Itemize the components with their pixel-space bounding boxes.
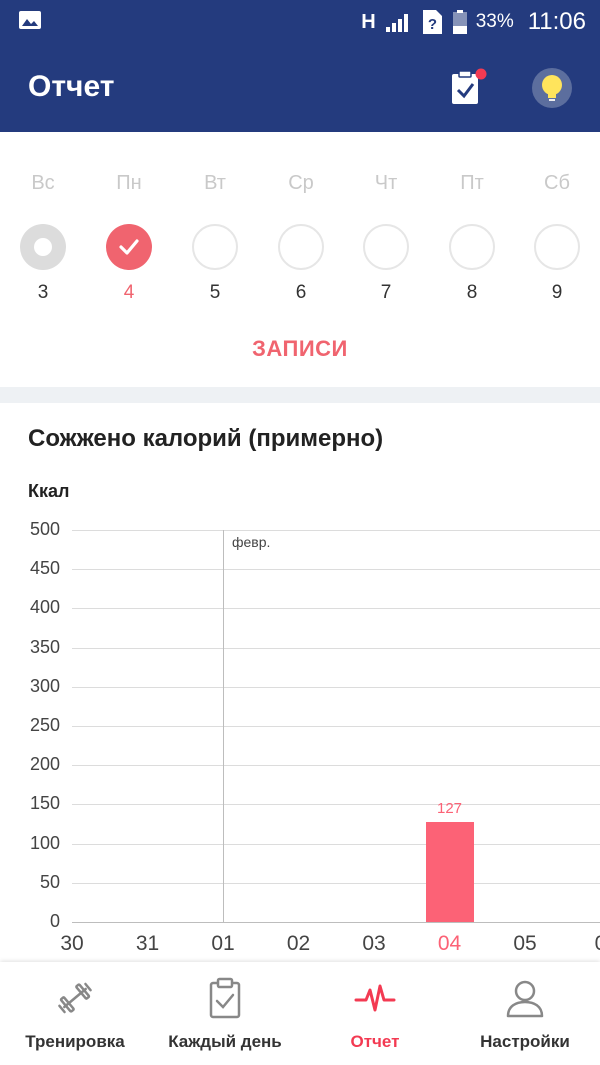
check-icon [119,239,139,255]
chart-title: Сожжено калорий (примерно) [28,425,384,452]
chart-gridline [72,647,600,649]
clipboard-check-icon[interactable] [446,66,490,110]
y-tick-label: 250 [29,715,60,735]
y-tick-label: 100 [29,832,60,853]
y-tick-label: 50 [39,871,60,892]
chart-gridline [72,843,600,845]
clock: 11:06 [527,8,586,35]
signal-icon [385,14,408,32]
y-tick-label: 500 [29,519,60,539]
day-status-circle[interactable] [278,224,324,270]
day-status-circle[interactable] [106,224,152,270]
chart-gridline [72,569,600,571]
day-name: Ср [288,172,314,194]
day-status-circle[interactable] [534,224,580,270]
day-status-circle[interactable] [363,224,409,270]
chart-gridline [72,686,600,688]
records-button[interactable]: ЗАПИСИ [0,336,600,362]
network-type: H [361,10,376,33]
sim-icon: ? [422,10,442,34]
day-number: 3 [37,282,49,303]
chart-gridline [72,608,600,610]
heartbeat-icon [354,984,396,1012]
x-tick-label: 31 [135,932,160,955]
month-label: февр. [232,534,271,550]
day-number: 9 [551,282,563,303]
nav-label: Тренировка [25,1032,125,1051]
chart-gridline [72,530,600,531]
day-name: Чт [374,172,398,194]
x-tick-label: 30 [60,932,84,955]
bottom-navigation: Тренировка Каждый день Отчет Настройки [0,962,600,1065]
day-number: 5 [209,282,221,303]
x-tick-label: 02 [286,932,311,955]
day-name: Пт [460,172,484,194]
status-bar: H ? 33% 11:06 [0,0,600,44]
nav-label: Настройки [480,1032,570,1051]
nav-label: Отчет [350,1032,400,1051]
x-tick-label: 04 [437,932,462,955]
day-name: Пн [116,172,142,194]
chart-gridline [72,882,600,884]
app-bar: Отчет [0,44,600,132]
month-separator-line [223,530,224,923]
y-tick-label: 0 [49,911,60,931]
day-number: 6 [295,282,307,303]
clipboard-check-icon [209,977,241,1019]
day-status-circle[interactable] [20,224,66,270]
nav-label: Каждый день [168,1032,282,1051]
lightbulb-icon[interactable] [530,66,574,110]
chart-gridline [72,765,600,767]
x-tick-label: 0 [571,932,600,956]
y-tick-label: 200 [29,754,60,775]
chart-gridline [72,726,600,727]
day-number: 8 [466,282,478,303]
y-tick-label: 150 [29,793,60,814]
nav-report[interactable]: Отчет [300,962,450,1065]
week-tracker: Вс 3 Пн 4 Вт 5 Ср 6 Чт 7 Пт 8 Сб 9 ЗАПИС… [0,132,600,387]
x-tick-label: 05 [513,932,537,955]
day-name: Вт [204,172,226,194]
nav-workout[interactable]: Тренировка [0,962,150,1065]
day-name: Сб [544,172,570,194]
person-icon [506,980,544,1018]
dumbbell-icon [58,982,92,1014]
y-tick-label: 300 [29,675,60,696]
day-status-circle[interactable] [449,224,495,270]
x-tick-label: 01 [211,932,235,955]
page-title: Отчет [28,70,115,103]
y-tick-label: 350 [29,636,60,657]
nav-daily[interactable]: Каждый день [150,962,300,1065]
day-number: 4 [123,282,135,303]
battery-percent: 33% [475,11,514,32]
x-tick-label: 03 [362,932,386,955]
bar-value-label: 127 [436,800,463,818]
day-name: Вс [31,172,55,194]
chart-unit-label: Ккал [28,481,70,501]
image-icon [19,11,41,29]
y-tick-label: 400 [29,597,60,618]
nav-settings[interactable]: Настройки [450,962,600,1065]
battery-icon [452,10,467,34]
chart-bar[interactable] [425,822,474,922]
day-status-circle[interactable] [192,224,238,270]
day-number: 7 [380,282,392,303]
chart-gridline [72,804,600,806]
y-tick-label: 450 [29,558,60,579]
chart-gridline [72,922,600,923]
svg-text:?: ? [428,16,437,33]
section-divider [0,387,600,403]
